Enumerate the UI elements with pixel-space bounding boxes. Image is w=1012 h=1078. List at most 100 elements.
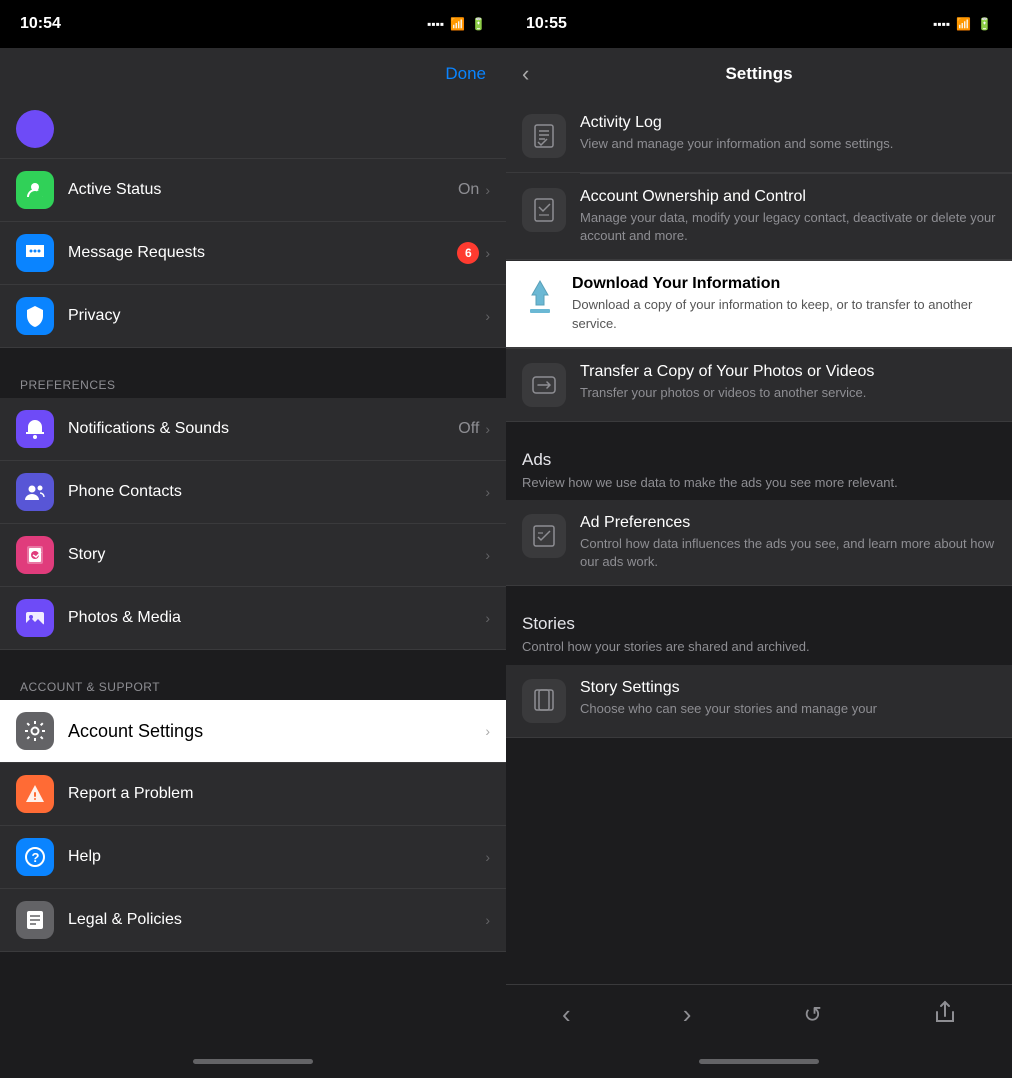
left-scroll-content: Active Status On › Message Requests 6 › xyxy=(0,100,506,1044)
settings-item-transfer-photos[interactable]: Transfer a Copy of Your Photos or Videos… xyxy=(506,349,1012,422)
account-ownership-title: Account Ownership and Control xyxy=(580,188,996,206)
account-settings-chevron: › xyxy=(485,723,490,739)
menu-item-legal[interactable]: Legal & Policies › xyxy=(0,889,506,952)
phone-contacts-icon xyxy=(16,473,54,511)
left-top-bar: Done xyxy=(0,48,506,100)
nav-forward-button[interactable]: › xyxy=(673,989,702,1040)
menu-item-phone-contacts[interactable]: Phone Contacts › xyxy=(0,461,506,524)
partial-top-item xyxy=(0,100,506,159)
settings-item-download-info[interactable]: Download Your Information Download a cop… xyxy=(506,261,1012,347)
menu-item-report-problem[interactable]: Report a Problem xyxy=(0,763,506,826)
left-panel: 10:54 ▪▪▪▪ 📶 🔋 Done Active Status xyxy=(0,0,506,1078)
message-requests-icon xyxy=(16,234,54,272)
legal-chevron: › xyxy=(485,912,490,928)
activity-log-text: Activity Log View and manage your inform… xyxy=(580,114,996,153)
left-home-bar xyxy=(193,1059,313,1064)
help-icon: ? xyxy=(16,838,54,876)
wifi-icon: 📶 xyxy=(450,17,465,31)
privacy-icon xyxy=(16,297,54,335)
message-requests-chevron: › xyxy=(485,245,490,261)
menu-item-privacy[interactable]: Privacy › xyxy=(0,285,506,348)
notifications-chevron: › xyxy=(485,421,490,437)
photos-media-right: › xyxy=(485,610,490,626)
menu-item-story[interactable]: Story › xyxy=(0,524,506,587)
menu-item-active-status[interactable]: Active Status On › xyxy=(0,159,506,222)
account-settings-label: Account Settings xyxy=(68,721,485,742)
right-home-indicator xyxy=(506,1044,1012,1078)
bottom-spacer-left xyxy=(0,952,506,972)
stories-section-subtitle: Control how your stories are shared and … xyxy=(522,638,996,656)
your-info-section: Activity Log View and manage your inform… xyxy=(506,100,1012,348)
transfer-photos-subtitle: Transfer your photos or videos to anothe… xyxy=(580,384,996,402)
ad-preferences-title: Ad Preferences xyxy=(580,514,996,532)
account-ownership-icon xyxy=(522,188,566,232)
menu-item-help[interactable]: ? Help › xyxy=(0,826,506,889)
message-requests-badge: 6 xyxy=(457,242,479,264)
notifications-right: Off › xyxy=(458,420,490,438)
ad-preferences-icon xyxy=(522,514,566,558)
active-status-icon xyxy=(16,171,54,209)
story-icon xyxy=(16,536,54,574)
ads-gap xyxy=(506,422,1012,434)
bottom-spacer-right xyxy=(506,738,1012,758)
activity-log-title: Activity Log xyxy=(580,114,996,132)
settings-item-activity-log[interactable]: Activity Log View and manage your inform… xyxy=(506,100,1012,173)
settings-item-ad-preferences[interactable]: Ad Preferences Control how data influenc… xyxy=(506,500,1012,586)
menu-item-photos-media[interactable]: Photos & Media › xyxy=(0,587,506,650)
photos-media-chevron: › xyxy=(485,610,490,626)
ads-section: Ads Review how we use data to make the a… xyxy=(506,434,1012,587)
legal-right: › xyxy=(485,912,490,928)
right-status-icons: ▪▪▪▪ 📶 🔋 xyxy=(933,17,992,31)
active-status-chevron: › xyxy=(485,182,490,198)
message-requests-label: Message Requests xyxy=(68,244,457,262)
settings-item-story-settings[interactable]: Story Settings Choose who can see your s… xyxy=(506,665,1012,738)
ads-section-header: Ads Review how we use data to make the a… xyxy=(506,434,1012,500)
account-header: ACCOUNT & SUPPORT xyxy=(0,662,506,700)
menu-item-account-settings[interactable]: Account Settings › xyxy=(0,700,506,763)
back-button[interactable]: ‹ xyxy=(522,61,529,87)
story-right: › xyxy=(485,547,490,563)
menu-item-message-requests[interactable]: Message Requests 6 › xyxy=(0,222,506,285)
notifications-icon xyxy=(16,410,54,448)
menu-item-notifications[interactable]: Notifications & Sounds Off › xyxy=(0,398,506,461)
download-info-text: Download Your Information Download a cop… xyxy=(572,275,996,332)
activity-log-subtitle: View and manage your information and som… xyxy=(580,135,996,153)
help-label: Help xyxy=(68,848,485,866)
left-status-icons: ▪▪▪▪ 📶 🔋 xyxy=(427,17,486,31)
account-settings-right: › xyxy=(485,723,490,739)
partial-dot xyxy=(16,110,54,148)
stories-gap xyxy=(506,586,1012,598)
story-settings-subtitle: Choose who can see your stories and mana… xyxy=(580,700,996,718)
right-time: 10:55 xyxy=(526,15,567,33)
account-ownership-subtitle: Manage your data, modify your legacy con… xyxy=(580,209,996,245)
nav-refresh-button[interactable]: ↺ xyxy=(793,992,831,1038)
stories-section-title: Stories xyxy=(522,614,996,634)
right-status-bar: 10:55 ▪▪▪▪ 📶 🔋 xyxy=(506,0,1012,48)
settings-item-account-ownership[interactable]: Account Ownership and Control Manage you… xyxy=(506,174,1012,260)
ads-section-title: Ads xyxy=(522,450,996,470)
ads-section-subtitle: Review how we use data to make the ads y… xyxy=(522,474,996,492)
nav-back-button[interactable]: ‹ xyxy=(552,989,581,1040)
left-status-bar: 10:54 ▪▪▪▪ 📶 🔋 xyxy=(0,0,506,48)
nav-share-button[interactable] xyxy=(924,990,966,1040)
phone-contacts-chevron: › xyxy=(485,484,490,500)
phone-contacts-label: Phone Contacts xyxy=(68,483,485,501)
left-time: 10:54 xyxy=(20,15,61,33)
transfer-photos-icon xyxy=(522,363,566,407)
account-gap xyxy=(0,650,506,662)
privacy-right: › xyxy=(485,308,490,324)
download-info-subtitle: Download a copy of your information to k… xyxy=(572,296,996,332)
active-status-right: On › xyxy=(458,181,490,199)
right-panel: 10:55 ▪▪▪▪ 📶 🔋 ‹ Settings xyxy=(506,0,1012,1078)
done-button[interactable]: Done xyxy=(445,64,486,84)
transfer-photos-title: Transfer a Copy of Your Photos or Videos xyxy=(580,363,996,381)
download-info-icon xyxy=(522,275,558,319)
privacy-chevron: › xyxy=(485,308,490,324)
account-ownership-text: Account Ownership and Control Manage you… xyxy=(580,188,996,245)
stories-section-header: Stories Control how your stories are sha… xyxy=(506,598,1012,664)
story-settings-text: Story Settings Choose who can see your s… xyxy=(580,679,996,718)
bottom-nav-bar: ‹ › ↺ xyxy=(506,984,1012,1044)
help-chevron: › xyxy=(485,849,490,865)
preferences-gap xyxy=(0,348,506,360)
active-status-value: On xyxy=(458,181,479,199)
